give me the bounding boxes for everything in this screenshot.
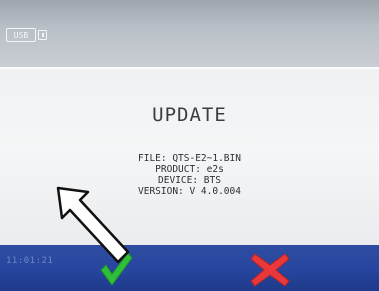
action-bar	[0, 245, 379, 291]
confirm-button[interactable]	[98, 250, 134, 288]
status-bar: USB	[0, 0, 379, 67]
device-screen: USB UPDATE FILE: QTS-E2~1.BIN PRODUCT: e…	[0, 0, 379, 291]
usb-badge: USB	[6, 28, 36, 42]
cancel-button[interactable]	[249, 252, 291, 288]
update-info: FILE: QTS-E2~1.BIN PRODUCT: e2s DEVICE: …	[0, 153, 379, 197]
file-line: FILE: QTS-E2~1.BIN	[138, 153, 241, 164]
check-icon	[100, 252, 133, 286]
product-line: PRODUCT: e2s	[155, 164, 224, 175]
clock-readout: 11:01:21	[6, 256, 54, 266]
status-divider	[0, 67, 379, 69]
device-line: DEVICE: BTS	[158, 175, 221, 186]
cross-icon	[250, 253, 290, 287]
version-line: VERSION: V 4.0.004	[138, 186, 241, 197]
usb-plug-icon	[38, 30, 47, 40]
dialog-title: UPDATE	[152, 104, 227, 126]
